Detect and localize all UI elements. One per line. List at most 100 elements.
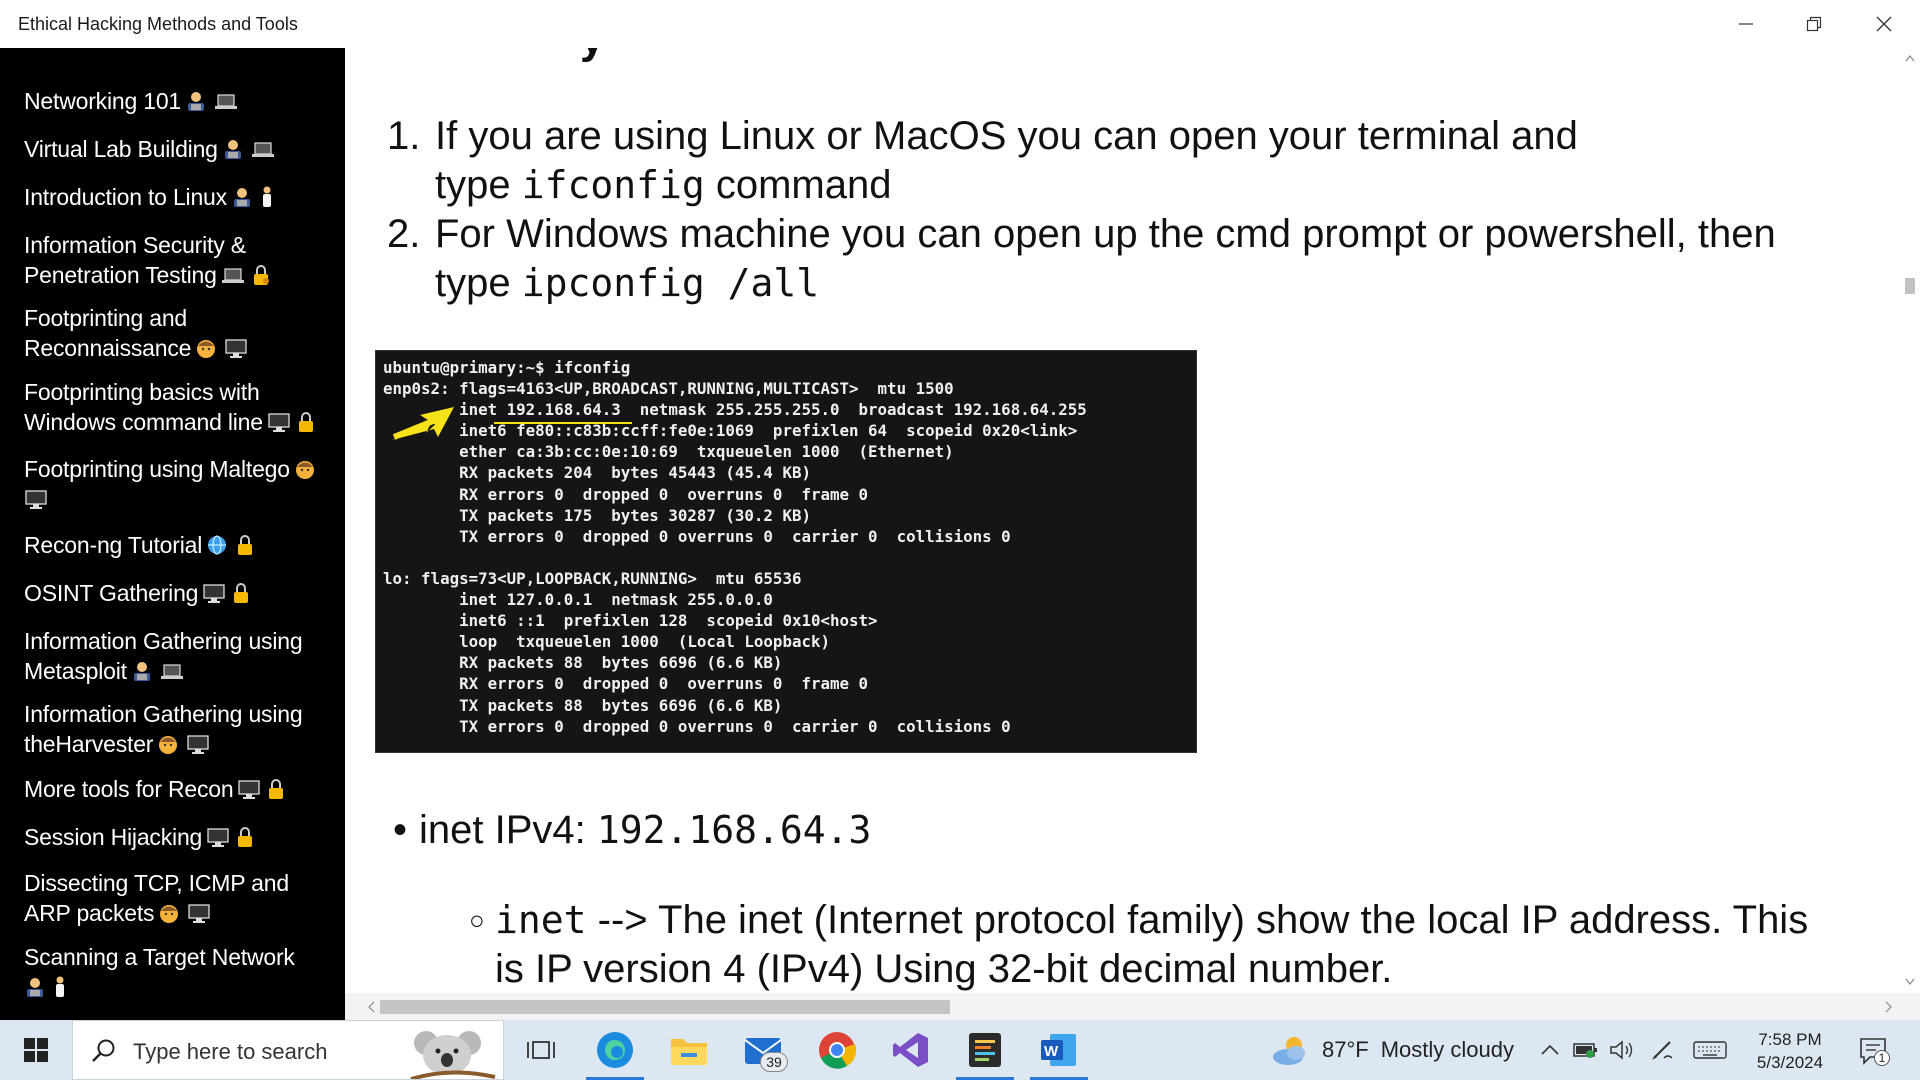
desktop-icon — [187, 901, 212, 923]
battery-icon — [1573, 1043, 1597, 1058]
chevron-up-icon[interactable] — [1905, 54, 1915, 62]
task-view-button[interactable] — [504, 1020, 578, 1080]
sidebar-item-label: Footprinting using Maltego — [24, 456, 290, 482]
desktop-icon — [202, 581, 227, 603]
technologist-icon — [231, 185, 256, 207]
lock-icon — [296, 410, 321, 432]
step-text: For Windows machine you can open up the … — [435, 212, 1776, 256]
face-icon — [294, 457, 319, 479]
sidebar-item-recon-ng[interactable]: Recon-ng Tutorial — [24, 530, 329, 560]
technologist-icon — [24, 975, 49, 997]
lock-icon — [231, 581, 256, 603]
inline-code: inet — [495, 898, 587, 942]
step-text-2: type — [435, 163, 522, 207]
sidebar-item-info-gathering-metasploit[interactable]: Information Gathering using Metasploit — [24, 626, 329, 686]
taskbar-search[interactable]: Type here to search — [72, 1020, 504, 1080]
lock-icon — [235, 825, 260, 847]
close-button[interactable] — [1850, 0, 1918, 48]
clock-date: 5/3/2024 — [1756, 1053, 1824, 1072]
scroll-thumb[interactable] — [380, 1000, 950, 1014]
sidebar-item-footprinting-reconnaissance[interactable]: Footprinting and Reconnaissance — [24, 303, 329, 363]
scroll-thumb[interactable] — [1905, 278, 1915, 294]
sidebar-item-label-2: Reconnaissance — [24, 335, 192, 361]
weather-temp: 87°F — [1322, 1037, 1369, 1062]
notifications-button[interactable]: 1 — [1856, 1034, 1890, 1068]
horizontal-scrollbar[interactable] — [345, 993, 1920, 1020]
desktop-icon — [186, 732, 211, 754]
instruction-list: 1. If you are using Linux or MacOS you c… — [387, 112, 1837, 308]
keyboard-icon — [1693, 1041, 1727, 1059]
sidebar-item-label: Session Hijacking — [24, 824, 203, 850]
sidebar-item-dissecting-packets[interactable]: Dissecting TCP, ICMP and ARP packets — [24, 868, 329, 928]
explanation-text: --> The inet (Internet protocol family) … — [586, 898, 1809, 942]
file-explorer-app[interactable] — [652, 1020, 726, 1080]
chrome-app[interactable] — [800, 1020, 874, 1080]
chevron-right-icon[interactable] — [1885, 1001, 1893, 1013]
sidebar-item-info-gathering-theharvester[interactable]: Information Gathering using theHarvester — [24, 699, 329, 759]
clock-time: 7:58 PM — [1758, 1030, 1822, 1049]
sidebar-item-label: More tools for Recon — [24, 776, 234, 802]
terminal-screenshot: ubuntu@primary:~$ ifconfig enp0s2: flags… — [375, 350, 1197, 753]
sidebar-item-osint-gathering[interactable]: OSINT Gathering — [24, 578, 329, 608]
list-item: 2. For Windows machine you can open up t… — [387, 210, 1837, 308]
step-text-3: command — [704, 163, 892, 207]
sublime-text-app[interactable] — [948, 1020, 1022, 1080]
step-text: If you are using Linux or MacOS you can … — [435, 114, 1578, 158]
restore-icon — [1806, 16, 1822, 32]
edge-app[interactable] — [578, 1020, 652, 1080]
sidebar-item-label-2: ARP packets — [24, 900, 155, 926]
step-text-2: type — [435, 261, 522, 305]
lock-icon — [235, 533, 260, 555]
partly-cloudy-icon — [1273, 1037, 1305, 1065]
face-icon — [158, 901, 183, 923]
sidebar-item-networking-101[interactable]: Networking 101 — [24, 86, 329, 116]
sidebar-item-virtual-lab-building[interactable]: Virtual Lab Building — [24, 134, 329, 164]
restore-button[interactable] — [1780, 0, 1848, 48]
sidebar-item-label: Scanning a Target Network — [24, 944, 295, 970]
inline-code: ipconfig /all — [521, 261, 820, 305]
sidebar-item-session-hijacking[interactable]: Session Hijacking — [24, 822, 329, 852]
globe-icon — [206, 533, 231, 555]
terminal-output: ubuntu@primary:~$ ifconfig enp0s2: flags… — [383, 358, 1087, 736]
word-app[interactable]: W — [1022, 1020, 1096, 1080]
sidebar-item-footprinting-basics[interactable]: Footprinting basics with Windows command … — [24, 377, 329, 437]
arrow-icon — [392, 407, 454, 440]
weather-widget[interactable]: 87°F Mostly cloudy — [1270, 1020, 1514, 1080]
sidebar-item-footprinting-maltego[interactable]: Footprinting using Maltego — [24, 454, 329, 514]
pen-button[interactable] — [1648, 1036, 1676, 1064]
sidebar-item-introduction-to-linux[interactable]: Introduction to Linux — [24, 182, 329, 212]
sublime-text-icon — [969, 1033, 1001, 1067]
laptop-icon — [251, 137, 276, 159]
sidebar-item-label-2: Metasploit — [24, 658, 127, 684]
technologist-icon — [222, 137, 247, 159]
show-hidden-icons-button[interactable] — [1536, 1036, 1564, 1064]
sidebar-item-label: Information Gathering using — [24, 701, 303, 727]
bullet-dot: • — [393, 808, 408, 852]
start-button[interactable] — [0, 1020, 72, 1080]
desktop-icon — [206, 825, 231, 847]
sidebar-item-label: Virtual Lab Building — [24, 136, 218, 162]
visual-studio-app[interactable] — [874, 1020, 948, 1080]
vertical-scrollbar[interactable] — [1900, 48, 1920, 993]
face-icon — [195, 336, 220, 358]
minimize-icon — [1739, 23, 1753, 25]
ip-value: 192.168.64.3 — [596, 808, 872, 852]
battery-button[interactable] — [1572, 1036, 1600, 1064]
chevron-left-icon[interactable] — [367, 1001, 375, 1013]
minimize-button[interactable] — [1712, 0, 1780, 48]
sidebar-item-label-2: theHarvester — [24, 731, 154, 757]
close-icon — [1876, 16, 1892, 32]
sidebar-item-scanning-target-network[interactable]: Scanning a Target Network — [24, 942, 329, 1002]
folder-icon — [671, 1039, 707, 1065]
touch-keyboard-button[interactable] — [1692, 1036, 1728, 1064]
task-view-icon — [527, 1041, 555, 1059]
sidebar-item-more-tools-recon[interactable]: More tools for Recon — [24, 774, 329, 804]
mail-app[interactable]: 39 — [726, 1020, 800, 1080]
chevron-down-icon[interactable] — [1905, 978, 1915, 986]
sidebar-item-information-security[interactable]: Information Security & Penetration Testin… — [24, 230, 329, 290]
visual-studio-icon — [893, 1033, 928, 1067]
system-clock[interactable]: 7:58 PM 5/3/2024 — [1740, 1028, 1840, 1074]
sidebar-item-label: Recon-ng Tutorial — [24, 532, 203, 558]
bullet-label: inet IPv4: — [419, 808, 597, 852]
volume-button[interactable] — [1608, 1036, 1636, 1064]
